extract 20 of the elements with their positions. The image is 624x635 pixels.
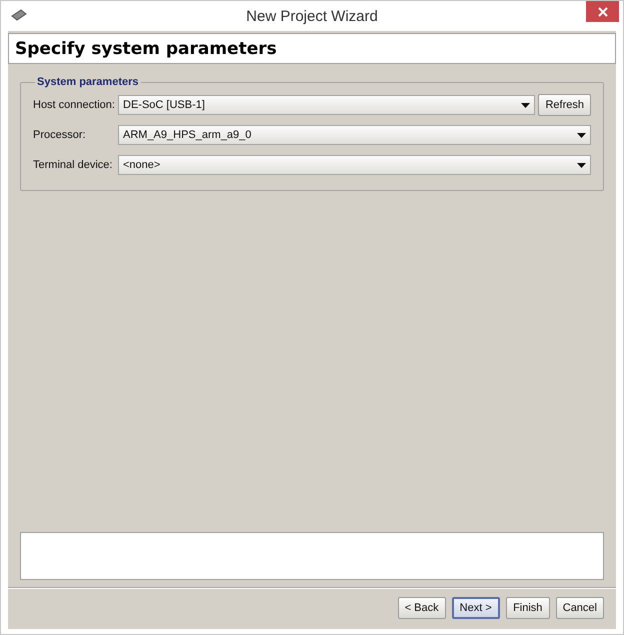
field-label: Terminal device: bbox=[33, 159, 114, 171]
group-title: System parameters bbox=[36, 76, 140, 88]
cancel-button[interactable]: Cancel bbox=[556, 597, 604, 619]
back-button[interactable]: < Back bbox=[398, 597, 446, 619]
window-title: New Project Wizard bbox=[246, 8, 378, 24]
dropdown[interactable]: ARM_A9_HPS_arm_a9_0 bbox=[118, 125, 591, 145]
dropdown-arrow-icon bbox=[577, 162, 586, 168]
finish-button[interactable]: Finish bbox=[506, 597, 550, 619]
field-label: Processor: bbox=[33, 129, 87, 141]
page-heading: Specify system parameters bbox=[15, 38, 277, 58]
next-button[interactable]: Next > bbox=[452, 597, 500, 619]
close-icon bbox=[598, 6, 608, 16]
refresh-button[interactable]: Refresh bbox=[538, 94, 591, 116]
field-label: Host connection: bbox=[33, 99, 115, 111]
close-button[interactable] bbox=[586, 1, 619, 22]
dropdown-arrow-icon bbox=[577, 132, 586, 138]
dropdown[interactable]: DE-SoC [USB-1] bbox=[118, 95, 536, 115]
chip-icon bbox=[11, 9, 27, 21]
dropdown[interactable]: <none> bbox=[118, 155, 591, 175]
dropdown-arrow-icon bbox=[521, 102, 530, 108]
